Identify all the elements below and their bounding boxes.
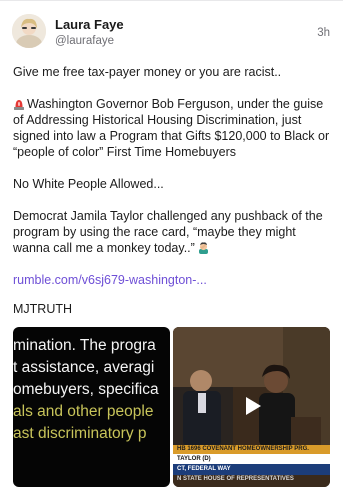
post-tag: MJTRUTH — [13, 302, 73, 316]
police-siren-icon — [14, 100, 24, 110]
post-paragraph: Washington Governor Bob Ferguson, under … — [13, 96, 333, 160]
ticker-bottom: CT, FEDERAL WAY — [173, 464, 330, 475]
ticker-top: HB 1696 COVENANT HOMEOWNERSHIP PRG. — [173, 445, 330, 454]
ticker-sub: N STATE HOUSE OF REPRESENTATIVES — [177, 476, 294, 482]
play-icon[interactable] — [239, 393, 265, 419]
post-card: Laura Faye @laurafaye 3h Give me free ta… — [0, 0, 343, 500]
post-paragraph: Democrat Jamila Taylor challenged any pu… — [13, 208, 333, 256]
caption-line: als and other people — [13, 403, 154, 420]
caption-line: mination. The progra — [13, 337, 156, 354]
caption-lines: mination. The progra t assistance, avera… — [13, 335, 170, 445]
caption-line: ast discriminatory p — [13, 425, 147, 442]
news-ticker: HB 1696 COVENANT HOMEOWNERSHIP PRG. TAYL… — [173, 445, 330, 475]
caption-line: t assistance, averagi — [13, 359, 155, 376]
post-paragraph-text: Washington Governor Bob Ferguson, under … — [13, 97, 330, 159]
avatar-image — [12, 14, 46, 48]
post-paragraph: No White People Allowed... — [13, 177, 164, 191]
avatar[interactable] — [12, 14, 46, 48]
media-image-left[interactable]: mination. The progra t assistance, avera… — [13, 327, 170, 487]
divider — [0, 0, 343, 1]
ticker-middle: TAYLOR (D) — [173, 454, 330, 464]
rumble-link[interactable]: rumble.com/v6sj679-washington-... — [13, 273, 207, 287]
link-paragraph: rumble.com/v6sj679-washington-... — [13, 272, 333, 288]
post-timestamp[interactable]: 3h — [317, 27, 330, 39]
caption-line: omebuyers, specifica — [13, 381, 159, 398]
man-facepalming-icon — [198, 242, 208, 254]
post-body: Give me free tax-payer money or you are … — [13, 64, 333, 288]
author-handle[interactable]: @laurafaye — [55, 35, 114, 47]
author-name[interactable]: Laura Faye — [55, 17, 124, 32]
post-paragraph-text: Democrat Jamila Taylor challenged any pu… — [13, 209, 323, 255]
media-video-right[interactable]: HB 1696 COVENANT HOMEOWNERSHIP PRG. TAYL… — [173, 327, 330, 487]
post-paragraph: Give me free tax-payer money or you are … — [13, 65, 282, 79]
